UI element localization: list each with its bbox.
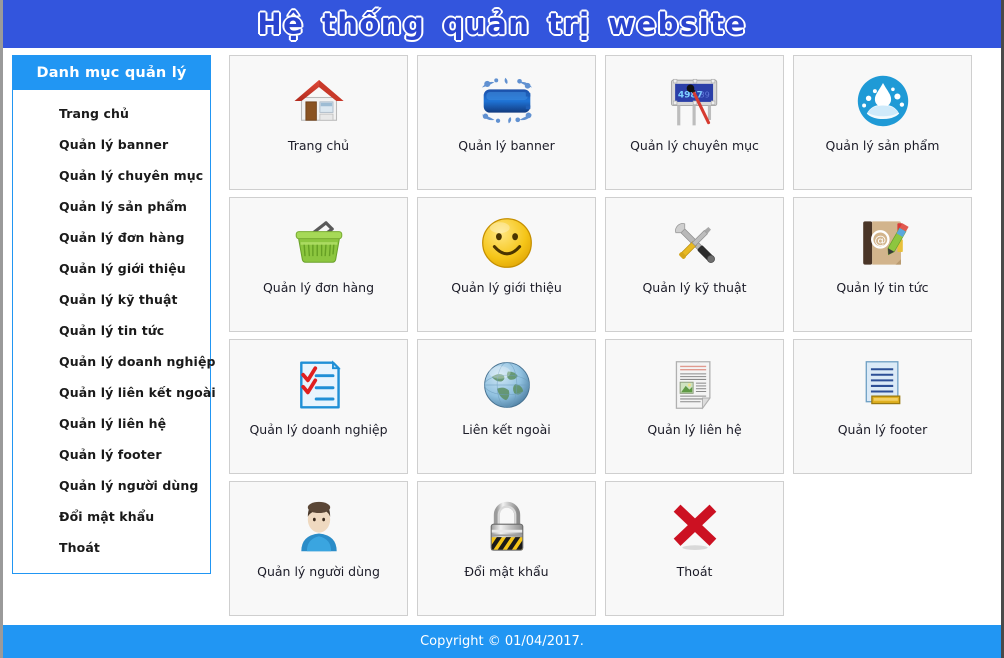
app-window: Hệ thống quản trị website Danh mục quản … [0,0,1004,658]
address-book-icon: @ [852,212,914,274]
sidebar-item-7[interactable]: Quản lý kỹ thuật [13,284,210,315]
sidebar-item-13[interactable]: Quản lý người dùng [13,470,210,501]
sidebar-title: Danh mục quản lý [13,56,210,90]
page-header: Hệ thống quản trị website [3,0,1001,48]
svg-text:39: 39 [699,89,709,99]
billboard-icon: 4987 39 [664,70,726,132]
sidebar-item-1[interactable]: Trang chủ [13,98,210,129]
dashboard-card-label: Đổi mật khẩu [464,564,549,579]
water-drop-icon [852,70,914,132]
smiley-face-icon [476,212,538,274]
sidebar-item-9[interactable]: Quản lý doanh nghiệp [13,346,215,377]
dashboard-card-7[interactable]: Quản lý kỹ thuật [605,197,784,332]
dashboard-card-label: Trang chủ [287,138,350,153]
sidebar-item-8[interactable]: Quản lý tin tức [13,315,210,346]
dashboard-card-12[interactable]: Quản lý footer [793,339,972,474]
dashboard-card-5[interactable]: Quản lý đơn hàng [229,197,408,332]
dashboard-card-8[interactable]: @ Quản lý tin tức [793,197,972,332]
dashboard-card-label: Thoát [676,564,713,579]
globe-icon [476,354,538,416]
sidebar-item-15[interactable]: Thoát [13,532,210,563]
dashboard-card-label: Quản lý giới thiệu [451,280,562,295]
dashboard-card-4[interactable]: Quản lý sản phẩm [793,55,972,190]
body-area: Danh mục quản lý Trang chủ Quản lý banner… [3,48,1001,625]
page-title: Hệ thống quản trị website [256,6,747,42]
document-page-icon [664,354,726,416]
dashboard-card-13[interactable]: Quản lý người dùng [229,481,408,616]
dashboard-card-15[interactable]: Thoát [605,481,784,616]
sidebar: Danh mục quản lý Trang chủ Quản lý banner… [12,55,216,574]
dashboard-grid: Trang chủ Quản lý banner 4987 39 Quản lý… [229,55,975,616]
padlock-icon [476,496,538,558]
dashboard-card-label: Quản lý chuyên mục [630,138,759,153]
sidebar-item-5[interactable]: Quản lý đơn hàng [13,222,210,253]
sidebar-item-10[interactable]: Quản lý liên kết ngoài [13,377,216,408]
house-icon [288,70,350,132]
dashboard-card-14[interactable]: Đổi mật khẩu [417,481,596,616]
dashboard-card-9[interactable]: Quản lý doanh nghiệp [229,339,408,474]
dashboard-card-label: Quản lý người dùng [257,564,380,579]
tools-icon [664,212,726,274]
sidebar-menu: Trang chủ Quản lý banner Quản lý chuyên mụ… [13,90,216,573]
svg-text:@: @ [874,233,886,247]
sidebar-item-2[interactable]: Quản lý banner [13,129,210,160]
dashboard-card-label: Quản lý doanh nghiệp [249,422,388,437]
shopping-basket-icon [288,212,350,274]
dashboard-card-11[interactable]: Quản lý liên hệ [605,339,784,474]
dashboard-container: Trang chủ Quản lý banner 4987 39 Quản lý… [219,48,1001,625]
footer-document-icon [852,354,914,416]
sidebar-item-3[interactable]: Quản lý chuyên mục [13,160,210,191]
page-footer: Copyright © 01/04/2017. [3,625,1001,658]
dashboard-card-2[interactable]: Quản lý banner [417,55,596,190]
sidebar-item-4[interactable]: Quản lý sản phẩm [13,191,210,222]
dashboard-card-label: Quản lý tin tức [836,280,929,295]
sidebar-container: Danh mục quản lý Trang chủ Quản lý banner… [3,48,219,625]
copyright-text: Copyright © 01/04/2017. [420,634,584,649]
dashboard-card-10[interactable]: Liên kết ngoài [417,339,596,474]
sidebar-item-14[interactable]: Đổi mật khẩu [13,501,210,532]
dashboard-card-label: Quản lý kỹ thuật [642,280,747,295]
dashboard-card-label: Liên kết ngoài [462,422,551,437]
dashboard-card-label: Quản lý banner [458,138,555,153]
sidebar-item-12[interactable]: Quản lý footer [13,439,210,470]
sidebar-item-6[interactable]: Quản lý giới thiệu [13,253,210,284]
sidebar-item-11[interactable]: Quản lý liên hệ [13,408,210,439]
red-x-icon [664,496,726,558]
dashboard-card-3[interactable]: 4987 39 Quản lý chuyên mục [605,55,784,190]
dashboard-card-6[interactable]: Quản lý giới thiệu [417,197,596,332]
dashboard-card-label: Quản lý đơn hàng [262,280,375,295]
banner-icon [476,70,538,132]
checklist-icon [288,354,350,416]
user-avatar-icon [288,496,350,558]
dashboard-card-label: Quản lý sản phẩm [825,138,940,153]
dashboard-card-1[interactable]: Trang chủ [229,55,408,190]
dashboard-card-label: Quản lý footer [837,422,928,437]
dashboard-card-label: Quản lý liên hệ [647,422,742,437]
